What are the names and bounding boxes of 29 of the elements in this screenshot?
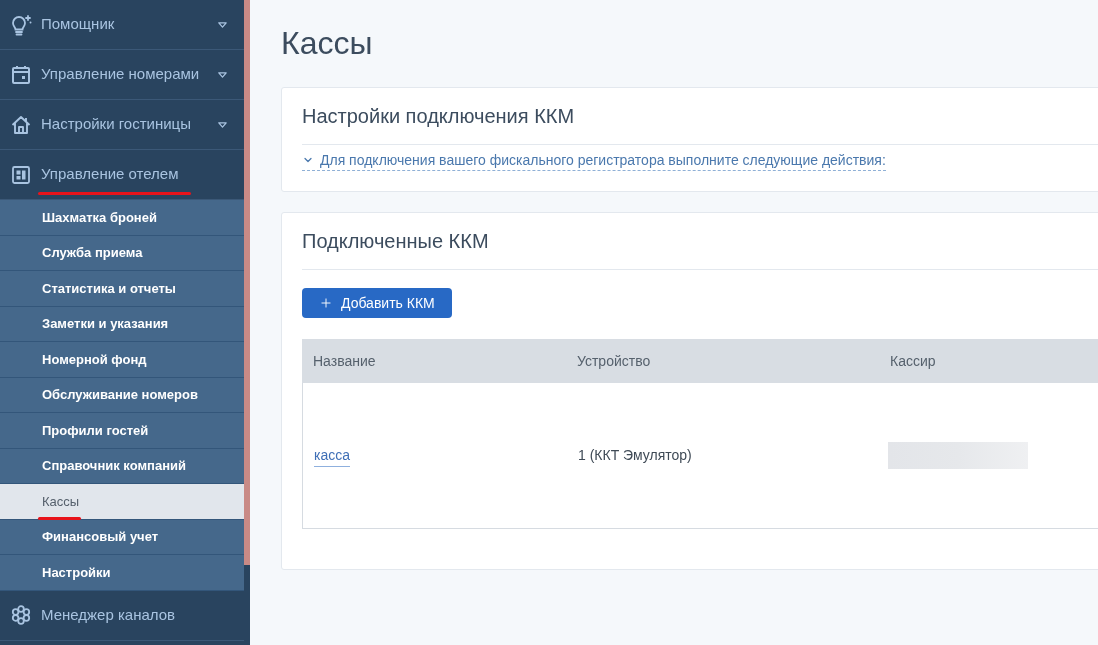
sidebar-submenu-item[interactable]: Шахматка броней: [0, 200, 244, 236]
calendar-icon: [11, 64, 31, 85]
card-title: Настройки подключения ККМ: [302, 104, 575, 128]
page-title: Кассы: [281, 24, 373, 63]
column-header: Кассир: [890, 351, 936, 371]
circles-cluster-icon: [11, 605, 31, 625]
sidebar-submenu-item[interactable]: Заметки и указания: [0, 306, 244, 342]
sidebar-submenu-item[interactable]: Финансовый учет: [0, 519, 244, 555]
lightbulb-icon: [10, 13, 32, 36]
sidebar-submenu-item[interactable]: Обслуживание номеров: [0, 377, 244, 413]
sidebar-menu-item[interactable]: Менеджер каналов: [0, 590, 244, 641]
sidebar-submenu-item[interactable]: Кассы: [0, 484, 244, 520]
sidebar-submenu-item[interactable]: Статистика и отчеты: [0, 271, 244, 307]
column-header: Устройство: [577, 351, 651, 371]
dashboard-icon: [11, 164, 31, 185]
instructions-toggle-link[interactable]: Для подключения вашего фискального регистратора выполните следующие действия:: [302, 150, 886, 171]
sidebar-submenu-item[interactable]: Номерной фонд: [0, 342, 244, 378]
house-icon: [11, 114, 31, 135]
add-device-button[interactable]: Добавить ККМ: [302, 288, 452, 318]
sidebar-submenu-item[interactable]: Профили гостей: [0, 413, 244, 449]
table-cell-text: 1 (ККТ Эмулятор): [578, 446, 692, 465]
plus-icon: [319, 296, 333, 310]
row-name-link[interactable]: касса: [314, 444, 350, 467]
column-header: Название: [313, 351, 376, 371]
card-title: Подключенные ККМ: [302, 229, 489, 253]
sidebar-submenu-item[interactable]: Настройки: [0, 555, 244, 591]
sidebar-submenu-item[interactable]: Справочник компаний: [0, 448, 244, 484]
scrollbar-thumb[interactable]: [244, 0, 250, 565]
sidebar-submenu-item[interactable]: Служба приема: [0, 235, 244, 271]
